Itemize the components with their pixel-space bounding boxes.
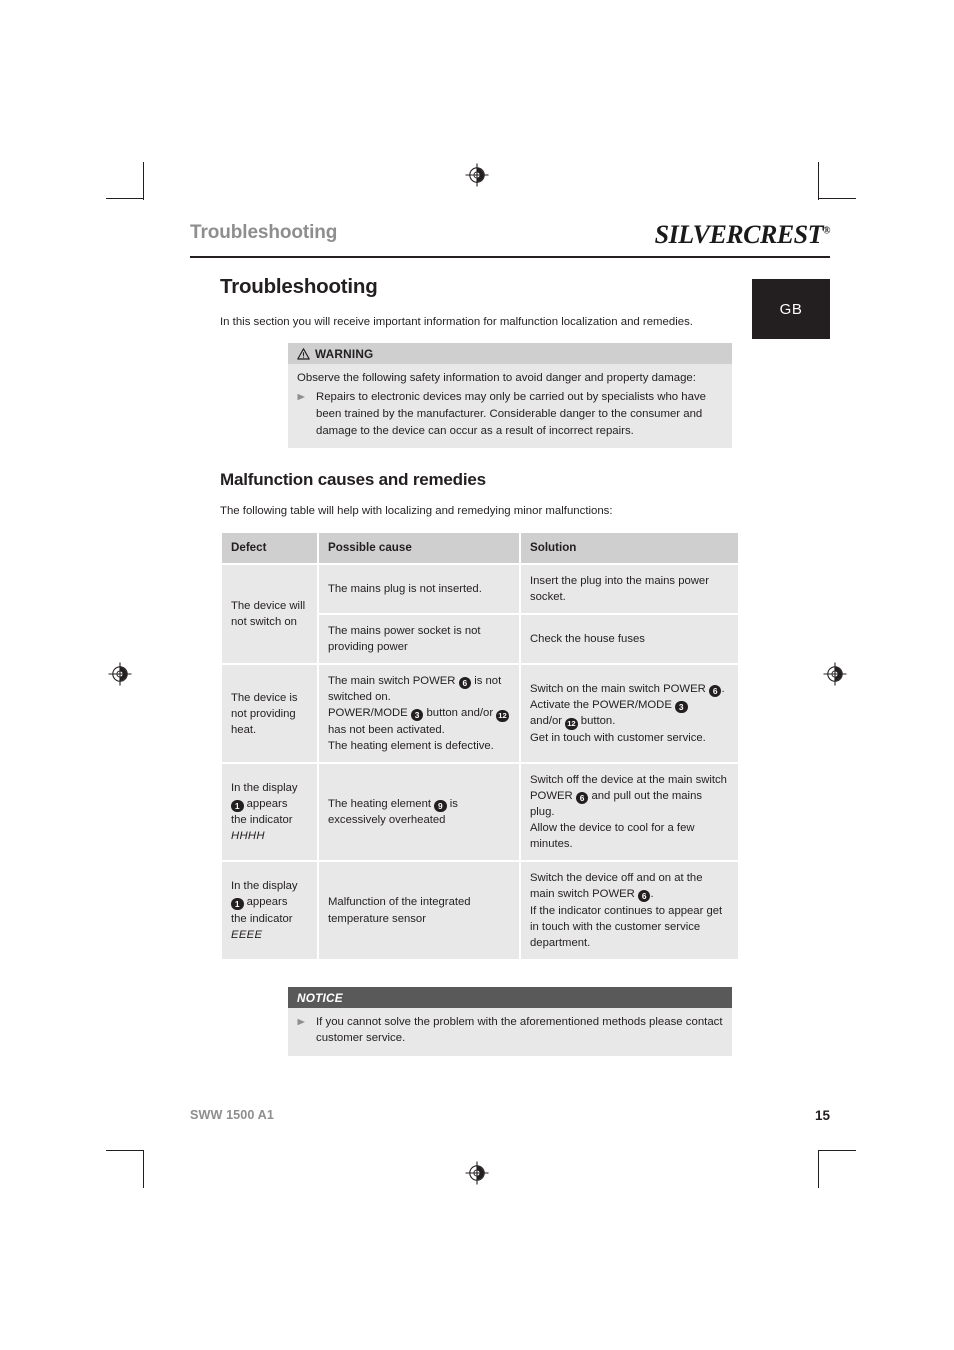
brand-logo: SILVERCREST®: [654, 220, 831, 249]
running-header-title: Troubleshooting: [190, 222, 338, 243]
cell-solution-1: Insert the plug into the mains power soc…: [521, 565, 738, 614]
defect-4-line-3: the indicator: [231, 814, 293, 827]
registration-target-right-icon: [823, 662, 847, 686]
page-content: Troubleshooting In this section you will…: [220, 275, 738, 1057]
defect-5-line-1: In the display: [231, 880, 298, 893]
page-title: Troubleshooting: [220, 275, 378, 298]
cell-solution-3: Switch on the main switch POWER 6. Activa…: [521, 665, 738, 763]
warning-triangle-icon: [297, 348, 310, 360]
bullet-arrow-icon: [297, 389, 316, 439]
table-header-defect: Defect: [222, 532, 317, 564]
table-header-solution: Solution: [521, 532, 738, 564]
cell-defect-4: In the display 1 appears the indicator HHHH: [222, 764, 317, 861]
cell-cause-1: The mains plug is not inserted.: [319, 565, 519, 614]
section-intro: The following table will help with local…: [220, 504, 613, 517]
callout-number-6: 6: [575, 791, 589, 805]
callout-number-1: 1: [231, 897, 244, 911]
running-header: Troubleshooting SILVERCREST®: [190, 222, 830, 258]
cell-defect-5: In the display 1 appears the indicator EEEE: [222, 862, 317, 959]
notice-bullet-item: If you cannot solve the problem with the…: [297, 1014, 723, 1048]
footer-page-number: 15: [814, 1108, 830, 1123]
bullet-arrow-icon: [297, 1014, 316, 1048]
defect-5-line-3: the indicator: [231, 912, 293, 925]
cell-solution-4: Switch off the device at the main switch…: [521, 764, 738, 861]
defect-4-indicator-code: HHHH: [231, 830, 265, 843]
table-row: In the display 1 appears the indicator HHHH…: [222, 764, 738, 861]
table-header-row: Defect Possible cause Solution: [222, 532, 738, 564]
callout-number-6: 6: [708, 684, 722, 698]
registration-target-top-icon: [465, 163, 489, 187]
language-badge: GB: [752, 279, 830, 339]
callout-number-1: 1: [231, 799, 244, 813]
solution-3-seg-3: and/or: [530, 715, 566, 728]
crop-mark-bottom-right-horizontal: [818, 1150, 856, 1152]
defect-5-line-2: appears: [246, 896, 288, 909]
notice-callout-title: NOTICE: [297, 990, 343, 1005]
footer-model-number: SWW 1500 A1: [190, 1108, 274, 1122]
warning-bullet-item: Repairs to electronic devices may only b…: [297, 389, 723, 439]
cell-defect-1: The device will not switch on: [222, 565, 317, 664]
cell-cause-5: Malfunction of the integrated temperatur…: [319, 862, 519, 959]
section-title: Malfunction causes and remedies: [220, 470, 486, 490]
crop-mark-top-left-vertical: [143, 162, 145, 200]
solution-3-seg-1: Switch on the main switch POWER: [530, 683, 709, 696]
warning-bullet-text: Repairs to electronic devices may only b…: [316, 391, 707, 437]
solution-5-seg-1: Switch the device off and on at the main…: [530, 872, 703, 901]
notice-callout: NOTICE If you cannot solve the problem w…: [288, 986, 732, 1057]
defect-5-indicator-code: EEEE: [231, 928, 263, 941]
table-row: The device will not switch on The mains …: [222, 565, 738, 664]
cell-cause-4: The heating element 9 is excessively ove…: [319, 764, 519, 861]
cell-solution-5: Switch the device off and on at the main…: [521, 862, 738, 959]
cause-3-seg-1: The main switch POWER: [328, 675, 459, 688]
callout-number-3: 3: [675, 700, 688, 714]
crop-mark-bottom-right-vertical: [818, 1150, 820, 1188]
malfunction-table: Defect Possible cause Solution The devic…: [220, 531, 740, 961]
crop-mark-top-left-horizontal: [106, 198, 144, 200]
brand-logo-silver: SILVER: [654, 220, 744, 249]
cell-cause-2: The mains power socket is not providing …: [319, 615, 519, 664]
crop-mark-bottom-left-horizontal: [106, 1150, 144, 1152]
warning-intro-text: Observe the following safety information…: [297, 372, 696, 385]
brand-logo-crest: CREST: [743, 220, 824, 249]
callout-number-9: 9: [434, 799, 447, 813]
defect-4-line-1: In the display: [231, 782, 298, 795]
warning-callout-body: Observe the following safety information…: [288, 364, 732, 448]
registered-trademark-icon: ®: [823, 225, 830, 237]
cell-cause-3: The main switch POWER 6 is not switched …: [319, 665, 519, 763]
table-header-cause: Possible cause: [319, 532, 519, 564]
cause-4-seg-1: The heating element: [328, 798, 435, 811]
callout-number-3: 3: [410, 708, 424, 722]
defect-4-line-2: appears: [246, 798, 288, 811]
registration-target-left-icon: [108, 662, 132, 686]
crop-mark-bottom-left-vertical: [143, 1150, 145, 1188]
registration-target-bottom-icon: [465, 1161, 489, 1185]
callout-number-6: 6: [637, 889, 651, 903]
crop-mark-top-right-vertical: [818, 162, 820, 200]
page-footer: SWW 1500 A1 15: [190, 1108, 830, 1128]
warning-callout-title: WARNING: [315, 347, 374, 362]
crop-mark-top-right-horizontal: [818, 198, 856, 200]
callout-number-12: 12: [565, 717, 578, 731]
header-divider: [190, 256, 830, 258]
cause-3-seg-3: button and/or: [423, 707, 497, 720]
callout-number-12: 12: [496, 709, 509, 723]
notice-callout-header: NOTICE: [288, 986, 732, 1008]
cause-3-seg-4: has not been activated. The heating eleme…: [328, 724, 494, 753]
callout-number-6: 6: [458, 676, 472, 690]
page-intro: In this section you will receive importa…: [220, 315, 693, 328]
warning-callout-header: WARNING: [288, 343, 732, 365]
notice-bullet-text: If you cannot solve the problem with the…: [316, 1015, 723, 1045]
notice-callout-body: If you cannot solve the problem with the…: [288, 1008, 732, 1057]
table-row: In the display 1 appears the indicator EEEE…: [222, 862, 738, 959]
warning-callout: WARNING Observe the following safety inf…: [288, 343, 732, 449]
cell-solution-2: Check the house fuses: [521, 615, 738, 664]
table-row: The device is not providing heat. The ma…: [222, 665, 738, 763]
cell-defect-3: The device is not providing heat.: [222, 665, 317, 763]
language-badge-label: GB: [779, 300, 803, 318]
